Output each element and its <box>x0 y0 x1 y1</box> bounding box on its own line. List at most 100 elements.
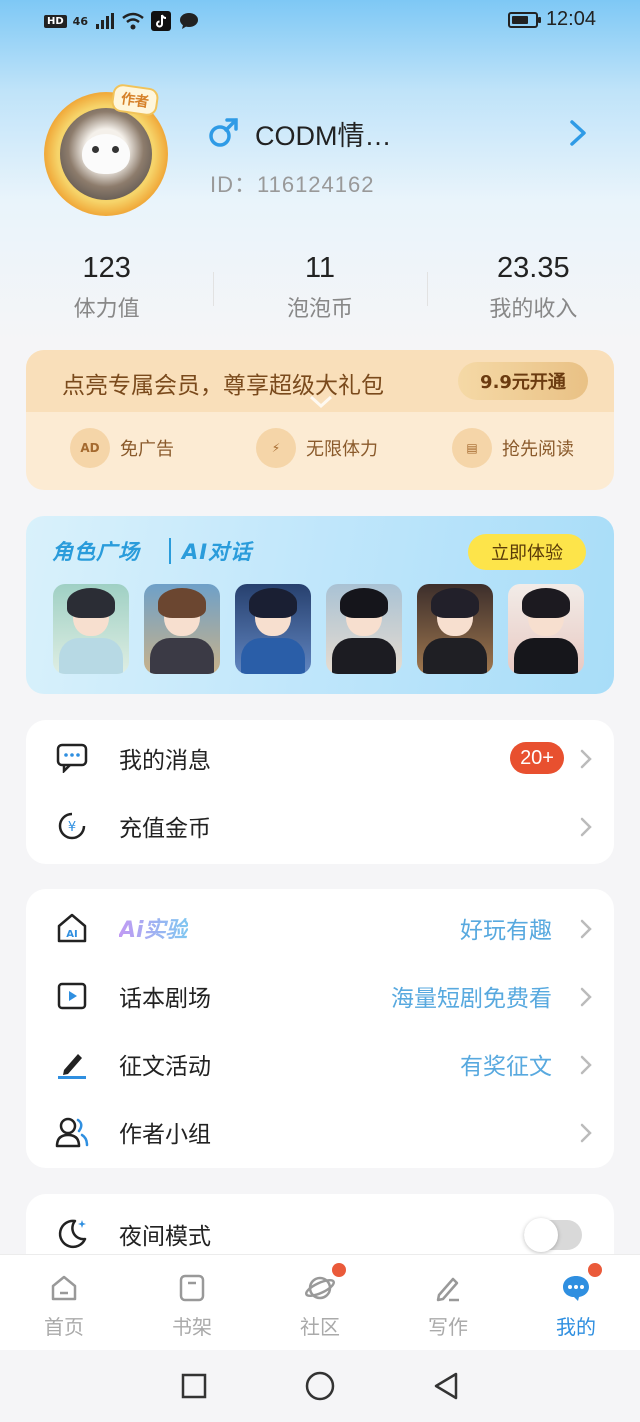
menu-item-ai-lab[interactable]: AI Ai实验 好玩有趣 <box>26 894 614 962</box>
svg-text:¥: ¥ <box>68 820 76 835</box>
banner-title-right: AI对话 <box>182 540 253 564</box>
home-nav-icon[interactable] <box>304 1370 336 1402</box>
avatar-image <box>60 108 152 200</box>
row-hint: 有奖征文 <box>460 1054 552 1080</box>
svg-text:AI: AI <box>66 929 77 940</box>
stat-value: 11 <box>304 252 336 284</box>
ai-character-banner[interactable]: 角色广场 AI对话 立即体验 <box>26 516 614 694</box>
male-icon <box>208 116 240 152</box>
tab-label: 首页 <box>44 1315 84 1339</box>
menu-card-features: AI Ai实验 好玩有趣 话本剧场 海量短剧免费看 征文活动 有奖征文 作者小组 <box>26 889 614 1168</box>
character-thumb[interactable] <box>417 584 493 674</box>
row-label: 话本剧场 <box>119 986 211 1012</box>
vip-title: 点亮专属会员，尊享超级大礼包 <box>62 373 384 399</box>
avatar[interactable]: 作者 <box>44 82 174 216</box>
character-thumb[interactable] <box>508 584 584 674</box>
bottom-tab-bar: 首页 书架 社区 写作 我的 <box>0 1254 640 1350</box>
vip-open-button[interactable]: 9.9元开通 <box>458 362 588 400</box>
character-thumb[interactable] <box>235 584 311 674</box>
tab-home[interactable]: 首页 <box>0 1255 128 1350</box>
character-thumb[interactable] <box>326 584 402 674</box>
stat-label: 体力值 <box>73 297 140 322</box>
signal-icon <box>94 10 116 32</box>
perk-early-read: ▤ 抢先阅读 <box>452 428 574 468</box>
banner-title-left: 角色广场 <box>52 540 140 564</box>
chevron-right-icon <box>580 987 592 1007</box>
system-nav-bar <box>0 1350 640 1422</box>
status-bar: HD 46 12:04 <box>0 0 640 44</box>
menu-item-author-group[interactable]: 作者小组 <box>26 1098 614 1166</box>
perk-label: 免广告 <box>120 439 174 460</box>
chevron-right-icon <box>580 919 592 939</box>
chevron-right-icon <box>580 817 592 837</box>
bookshelf-icon <box>179 1274 205 1302</box>
tab-community[interactable]: 社区 <box>256 1255 384 1350</box>
tab-label: 社区 <box>300 1315 340 1339</box>
row-hint: 海量短剧免费看 <box>391 986 552 1012</box>
pen-icon <box>54 1046 90 1082</box>
stat-bubble-coins[interactable]: 11 泡泡币 <box>213 252 426 332</box>
book-icon: ▤ <box>452 428 492 468</box>
notification-dot <box>588 1263 602 1277</box>
back-icon[interactable] <box>432 1371 460 1401</box>
tab-label: 书架 <box>172 1315 212 1339</box>
stat-income[interactable]: 23.35 我的收入 <box>426 252 640 332</box>
row-label: 征文活动 <box>119 1054 211 1080</box>
row-hint: 好玩有趣 <box>460 918 552 944</box>
perk-label: 无限体力 <box>306 439 378 460</box>
perk-no-ads: AD 免广告 <box>70 428 174 468</box>
tab-mine[interactable]: 我的 <box>512 1255 640 1350</box>
character-thumb[interactable] <box>53 584 129 674</box>
clock: 12:04 <box>545 8 596 30</box>
menu-item-contest[interactable]: 征文活动 有奖征文 <box>26 1030 614 1098</box>
battery-icon <box>507 11 541 28</box>
chevron-right-icon <box>580 1055 592 1075</box>
character-thumb[interactable] <box>144 584 220 674</box>
stat-stamina[interactable]: 123 体力值 <box>0 252 213 332</box>
unread-badge: 20+ <box>510 742 564 774</box>
menu-item-recharge[interactable]: ¥ 充值金币 <box>26 792 614 860</box>
chevron-right-icon <box>580 1123 592 1143</box>
character-list <box>53 584 584 674</box>
vip-card[interactable]: 点亮专属会员，尊享超级大礼包 9.9元开通 AD 免广告 ⚡ 无限体力 ▤ 抢先… <box>26 350 614 490</box>
ai-home-icon: AI <box>54 910 90 946</box>
message-icon <box>54 740 90 776</box>
username[interactable]: CODM情… <box>255 114 392 153</box>
tab-bookshelf[interactable]: 书架 <box>128 1255 256 1350</box>
chat-icon <box>178 10 200 32</box>
user-id: ID：116124162 <box>210 172 375 197</box>
stat-value: 23.35 <box>497 252 570 284</box>
perk-label: 抢先阅读 <box>502 439 574 460</box>
hd-badge: HD <box>44 14 67 28</box>
tab-label: 写作 <box>428 1315 468 1339</box>
lightning-icon: ⚡ <box>256 428 296 468</box>
stat-label: 泡泡币 <box>286 297 353 322</box>
menu-item-theater[interactable]: 话本剧场 海量短剧免费看 <box>26 962 614 1030</box>
network-type: 46 <box>72 14 88 28</box>
row-label: 我的消息 <box>119 748 211 774</box>
try-now-button[interactable]: 立即体验 <box>468 534 586 570</box>
recents-icon[interactable] <box>180 1372 208 1400</box>
planet-icon <box>304 1276 336 1300</box>
group-icon <box>54 1114 90 1150</box>
tab-write[interactable]: 写作 <box>384 1255 512 1350</box>
row-label: Ai实验 <box>119 912 188 944</box>
menu-item-messages[interactable]: 我的消息 20+ <box>26 724 614 792</box>
home-icon <box>51 1275 77 1301</box>
notification-dot <box>332 1263 346 1277</box>
night-mode-toggle[interactable] <box>524 1218 582 1252</box>
mine-icon <box>563 1276 589 1301</box>
play-icon <box>54 978 90 1014</box>
write-icon <box>436 1277 459 1302</box>
chevron-right-icon <box>580 749 592 769</box>
vip-perks: AD 免广告 ⚡ 无限体力 ▤ 抢先阅读 <box>26 428 614 474</box>
row-label: 作者小组 <box>119 1122 211 1148</box>
chevron-right-icon[interactable] <box>566 118 590 152</box>
perk-unlimited-stamina: ⚡ 无限体力 <box>256 428 378 468</box>
stats-row: 123 体力值 11 泡泡币 23.35 我的收入 <box>0 252 640 332</box>
row-label: 充值金币 <box>119 816 211 842</box>
row-label: 夜间模式 <box>119 1224 211 1250</box>
moon-icon <box>54 1216 90 1252</box>
ad-icon: AD <box>70 428 110 468</box>
wifi-icon <box>122 10 144 32</box>
